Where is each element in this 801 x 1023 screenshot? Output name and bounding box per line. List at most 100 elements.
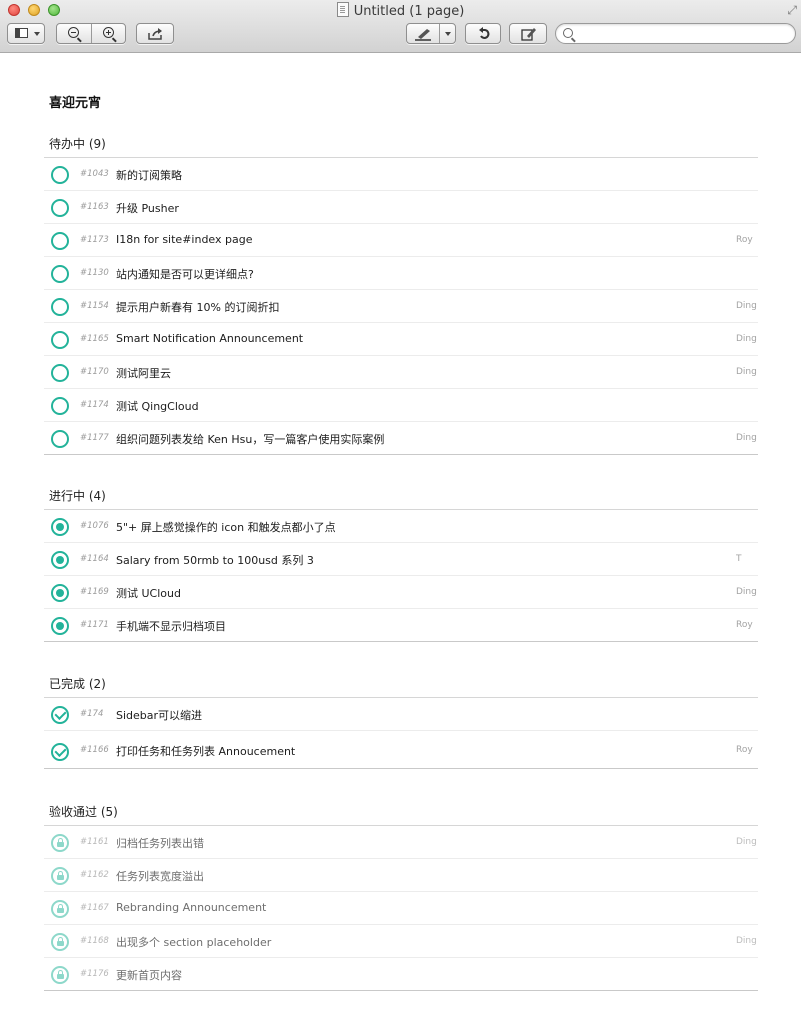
todo-circle-icon[interactable] (51, 166, 69, 184)
search-field[interactable] (555, 23, 796, 44)
task-list: #1043 新的订阅策略 #1163 升级 Pusher #1173 I18n for… (44, 158, 758, 455)
task-row[interactable]: #1163 升级 Pusher (44, 191, 758, 224)
task-assignee: Ding (736, 334, 757, 344)
zoom-in-icon[interactable] (103, 27, 114, 38)
chevron-down-icon (34, 32, 40, 36)
in-progress-circle-icon[interactable] (51, 617, 69, 635)
task-row[interactable]: #1043 新的订阅策略 (44, 158, 758, 191)
task-assignee: Roy (736, 620, 753, 630)
task-row[interactable]: #1169 测试 UCloud Ding (44, 576, 758, 609)
task-list: #174 Sidebar可以缩进 #1166 打印任务和任务列表 Annouceme… (44, 698, 758, 769)
task-title[interactable]: 任务列表宽度溢出 (116, 868, 204, 884)
task-assignee: T (736, 554, 742, 564)
task-id: #1177 (80, 433, 109, 443)
rotate-button[interactable] (465, 23, 501, 44)
in-progress-circle-icon[interactable] (51, 551, 69, 569)
todo-circle-icon[interactable] (51, 397, 69, 415)
task-row[interactable]: #1164 Salary from 50rmb to 100usd 系列 3 T (44, 543, 758, 576)
task-row[interactable]: #1168 出现多个 section placeholder Ding (44, 925, 758, 958)
view-menu-button[interactable] (7, 23, 45, 44)
checkmark-circle-icon[interactable] (51, 743, 69, 761)
task-title[interactable]: 手机端不显示归档项目 (116, 618, 226, 634)
task-row[interactable]: #1176 更新首页内容 (44, 958, 758, 991)
task-title[interactable]: 测试 QingCloud (116, 398, 199, 414)
task-title[interactable]: Salary from 50rmb to 100usd 系列 3 (116, 552, 314, 568)
section-todo: 待办中 (9) #1043 新的订阅策略 #1163 升级 Pusher #1173… (44, 134, 758, 455)
share-button[interactable] (136, 23, 174, 44)
window-title-bar: Untitled (1 page) (0, 2, 801, 19)
rotate-icon (479, 27, 490, 39)
task-row[interactable]: #1174 测试 QingCloud (44, 389, 758, 422)
task-row[interactable]: #1166 打印任务和任务列表 Annoucement Roy (44, 731, 758, 769)
task-assignee: Ding (736, 837, 757, 847)
todo-circle-icon[interactable] (51, 331, 69, 349)
task-title[interactable]: Rebranding Announcement (116, 901, 266, 914)
annotate-button[interactable] (406, 23, 456, 44)
chevron-down-icon (445, 32, 451, 36)
task-title[interactable]: Sidebar可以缩进 (116, 707, 202, 723)
todo-circle-icon[interactable] (51, 199, 69, 217)
share-icon (148, 28, 162, 40)
document-page: 喜迎元宵 待办中 (9) #1043 新的订阅策略 #1163 升级 Pusher … (0, 54, 801, 1023)
edit-toolbar-button[interactable] (509, 23, 547, 44)
task-id: #1171 (80, 620, 109, 630)
task-id: #1154 (80, 301, 109, 311)
task-title[interactable]: 组织问题列表发给 Ken Hsu，写一篇客户使用实际案例 (116, 431, 384, 447)
task-title[interactable]: 测试 UCloud (116, 585, 181, 601)
task-id: #1164 (80, 554, 109, 564)
task-title[interactable]: 打印任务和任务列表 Annoucement (116, 743, 295, 759)
in-progress-circle-icon[interactable] (51, 584, 69, 602)
todo-circle-icon[interactable] (51, 265, 69, 283)
task-id: #1166 (80, 745, 109, 755)
section-in-progress: 进行中 (4) #1076 5"+ 屏上感觉操作的 icon 和触发点都小了点 #… (44, 486, 758, 642)
task-id: #1130 (80, 268, 109, 278)
task-row[interactable]: #1165 Smart Notification Announcement Ding (44, 323, 758, 356)
task-row[interactable]: #174 Sidebar可以缩进 (44, 698, 758, 731)
todo-circle-icon[interactable] (51, 364, 69, 382)
todo-circle-icon[interactable] (51, 298, 69, 316)
task-row[interactable]: #1162 任务列表宽度溢出 (44, 859, 758, 892)
task-title[interactable]: 测试阿里云 (116, 365, 171, 381)
task-id: #1168 (80, 936, 109, 946)
fullscreen-icon[interactable]: ⤢ (787, 3, 797, 18)
search-input[interactable] (578, 25, 794, 44)
task-row[interactable]: #1171 手机端不显示归档项目 Roy (44, 609, 758, 642)
section-heading: 待办中 (9) (44, 134, 758, 158)
task-row[interactable]: #1130 站内通知是否可以更详细点? (44, 257, 758, 290)
in-progress-circle-icon[interactable] (51, 518, 69, 536)
task-id: #1165 (80, 334, 109, 344)
page-title: 喜迎元宵 (49, 96, 102, 111)
lock-circle-icon (51, 900, 69, 918)
task-title[interactable]: 出现多个 section placeholder (116, 934, 271, 950)
task-id: #1163 (80, 202, 109, 212)
task-row[interactable]: #1173 I18n for site#index page Roy (44, 224, 758, 257)
task-title[interactable]: I18n for site#index page (116, 233, 252, 246)
todo-circle-icon[interactable] (51, 232, 69, 250)
checkmark-circle-icon[interactable] (51, 706, 69, 724)
task-list: #1076 5"+ 屏上感觉操作的 icon 和触发点都小了点 #1164 Sala… (44, 510, 758, 642)
section-heading: 已完成 (2) (44, 674, 758, 698)
task-title[interactable]: 提示用户新春有 10% 的订阅折扣 (116, 299, 279, 315)
task-row[interactable]: #1161 归档任务列表出错 Ding (44, 826, 758, 859)
task-assignee: Ding (736, 587, 757, 597)
task-id: #1176 (80, 969, 109, 979)
task-title[interactable]: Smart Notification Announcement (116, 332, 303, 345)
task-row[interactable]: #1154 提示用户新春有 10% 的订阅折扣 Ding (44, 290, 758, 323)
task-assignee: Ding (736, 433, 757, 443)
task-title[interactable]: 升级 Pusher (116, 200, 179, 216)
task-row[interactable]: #1076 5"+ 屏上感觉操作的 icon 和触发点都小了点 (44, 510, 758, 543)
search-icon (563, 28, 573, 38)
task-title[interactable]: 新的订阅策略 (116, 167, 182, 183)
task-title[interactable]: 5"+ 屏上感觉操作的 icon 和触发点都小了点 (116, 519, 336, 535)
task-title[interactable]: 站内通知是否可以更详细点? (116, 266, 254, 282)
task-assignee: Roy (736, 745, 753, 755)
task-row[interactable]: #1177 组织问题列表发给 Ken Hsu，写一篇客户使用实际案例 Ding (44, 422, 758, 455)
task-id: #1043 (80, 169, 109, 179)
task-title[interactable]: 更新首页内容 (116, 967, 182, 983)
task-title[interactable]: 归档任务列表出错 (116, 835, 204, 851)
zoom-out-icon[interactable] (68, 27, 79, 38)
task-row[interactable]: #1167 Rebranding Announcement (44, 892, 758, 925)
task-id: #1170 (80, 367, 109, 377)
todo-circle-icon[interactable] (51, 430, 69, 448)
task-row[interactable]: #1170 测试阿里云 Ding (44, 356, 758, 389)
